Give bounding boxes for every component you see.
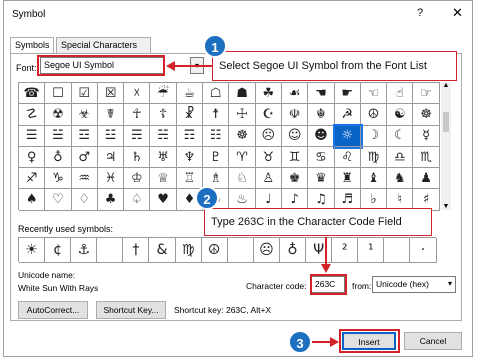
arrow-head-step3 (330, 337, 339, 347)
callout-step2: Type 263C in the Character Code Field (204, 208, 432, 236)
callout-step1: Select Segoe UI Symbol from the Font Lis… (212, 51, 457, 81)
step-badge-2: 2 (195, 186, 219, 210)
step-badge-3: 3 (288, 330, 312, 354)
step-badge-1: 1 (203, 34, 227, 58)
arrow-head-step2 (321, 264, 331, 273)
arrow-head-step1 (166, 61, 175, 71)
